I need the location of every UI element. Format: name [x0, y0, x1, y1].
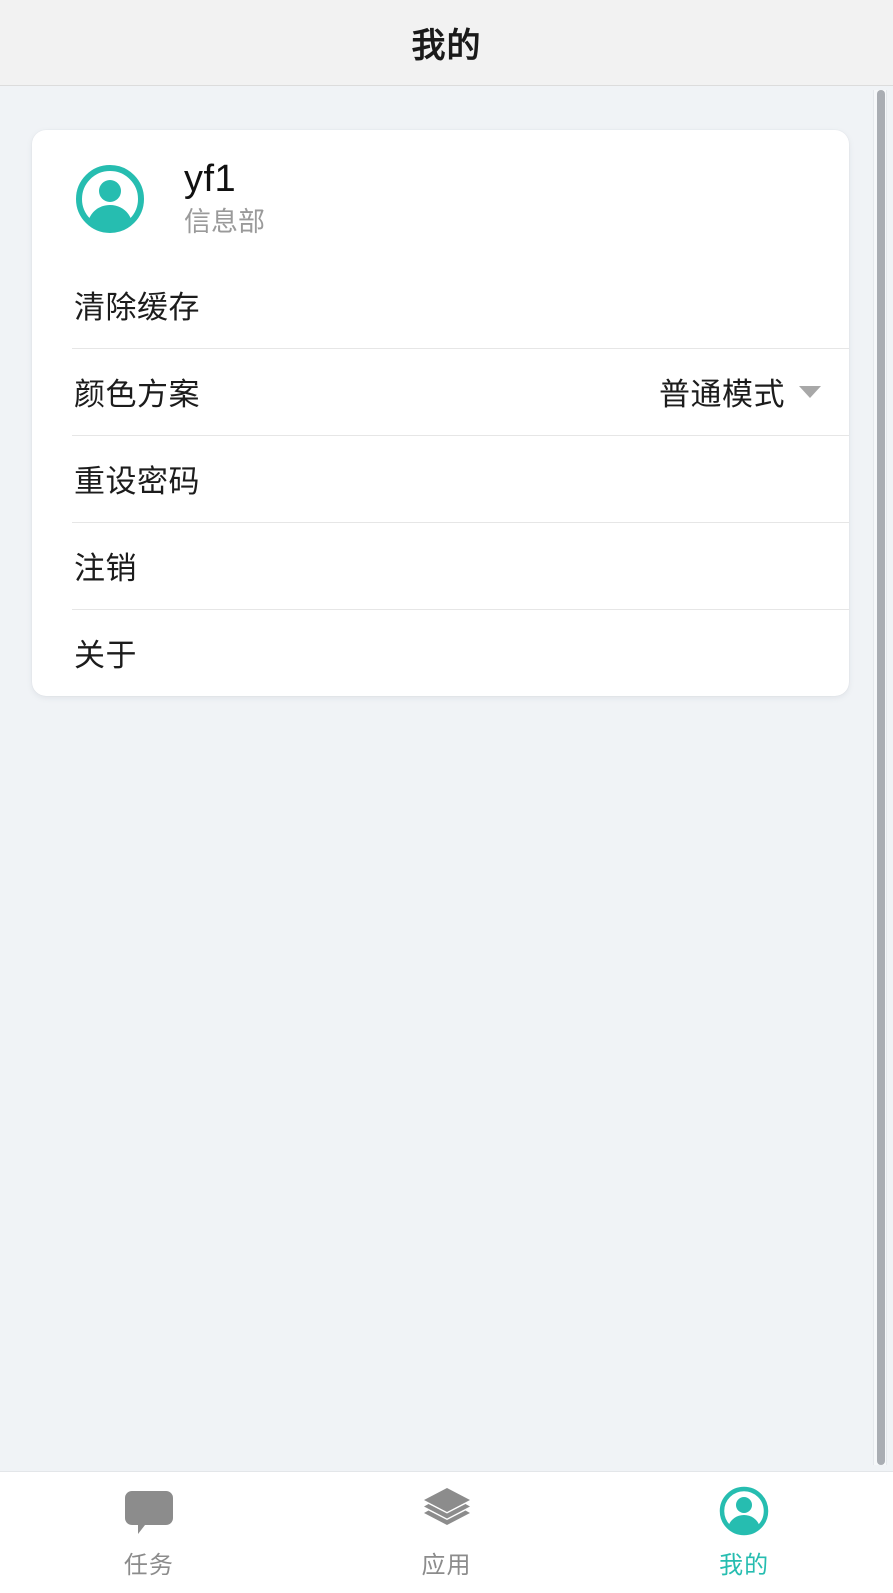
tab-label: 我的: [719, 1552, 770, 1579]
settings-card: yf1 信息部 清除缓存 颜色方案 普通模式 重设密码 注销 关于: [32, 130, 849, 696]
tab-label: 应用: [421, 1552, 472, 1579]
page-header: 我的: [0, 0, 893, 86]
menu-item-reset-password[interactable]: 重设密码: [32, 436, 849, 522]
menu-item-value-group[interactable]: 普通模式: [659, 369, 821, 414]
tab-tasks[interactable]: 任务: [0, 1472, 298, 1593]
menu-item-label: 重设密码: [74, 464, 200, 500]
scrollbar-thumb[interactable]: [877, 90, 885, 1465]
menu-item-label: 颜色方案: [74, 377, 200, 413]
chevron-down-icon[interactable]: [799, 385, 821, 398]
menu-item-label: 清除缓存: [74, 290, 200, 326]
menu-item-color-scheme[interactable]: 颜色方案 普通模式: [32, 349, 849, 435]
content-area: yf1 信息部 清除缓存 颜色方案 普通模式 重设密码 注销 关于: [0, 86, 893, 1471]
user-circle-icon: [718, 1485, 770, 1537]
profile-department: 信息部: [184, 206, 265, 237]
menu-item-label: 关于: [74, 638, 137, 674]
vertical-scrollbar[interactable]: [873, 90, 887, 1465]
layers-icon: [421, 1485, 473, 1537]
color-scheme-value: 普通模式: [659, 377, 785, 413]
bottom-tab-bar: 任务 应用 我的: [0, 1471, 893, 1593]
page-title: 我的: [411, 27, 482, 65]
profile-section[interactable]: yf1 信息部: [32, 130, 849, 262]
chat-bubble-icon: [123, 1485, 175, 1537]
tab-mine[interactable]: 我的: [595, 1472, 893, 1593]
tab-label: 任务: [123, 1552, 174, 1579]
tab-apps[interactable]: 应用: [298, 1472, 596, 1593]
menu-item-about[interactable]: 关于: [32, 610, 849, 696]
profile-name: yf1: [184, 158, 237, 200]
menu-item-label: 注销: [74, 551, 137, 587]
menu-item-logout[interactable]: 注销: [32, 523, 849, 609]
profile-text: yf1 信息部: [184, 158, 265, 240]
menu-item-clear-cache[interactable]: 清除缓存: [32, 262, 849, 348]
app-screen: 我的 yf1 信息部 清除缓存 颜色方案 普通模式 重设密码 注销 关于 任务 …: [0, 0, 893, 1593]
avatar: [74, 163, 146, 235]
